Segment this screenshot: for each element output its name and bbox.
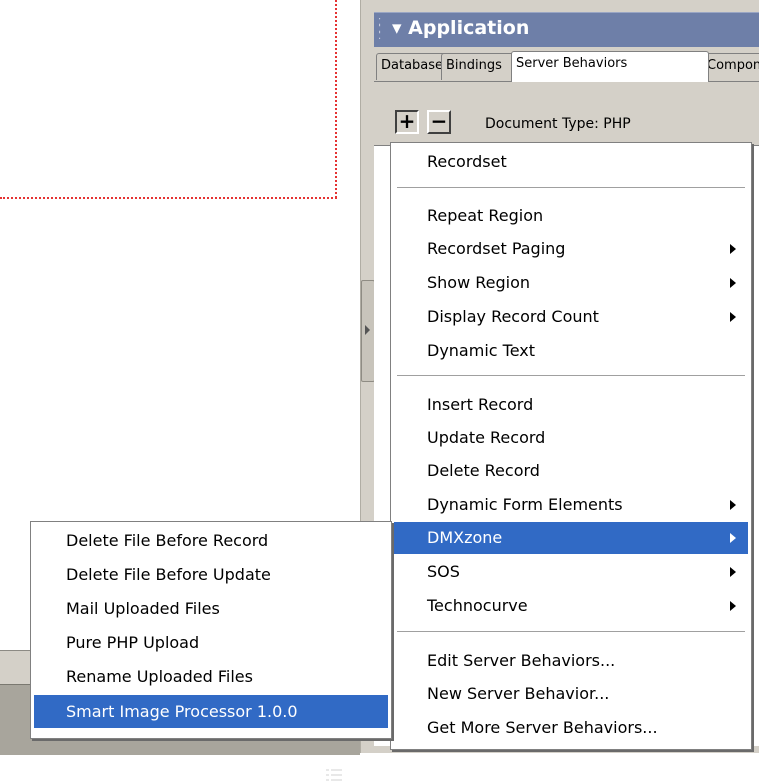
menu-item-label: DMXzone	[427, 528, 503, 547]
menu-item-label: Delete File Before Update	[66, 565, 271, 584]
menu-separator	[397, 631, 745, 633]
menu-item-technocurve[interactable]: Technocurve	[394, 590, 748, 622]
submenu-arrow-icon	[730, 278, 736, 288]
menu-item-label: Dynamic Text	[427, 341, 536, 360]
menu-item-label: Repeat Region	[427, 206, 544, 225]
menu-item-label: Edit Server Behaviors...	[427, 651, 616, 670]
menu-separator	[397, 187, 745, 189]
tab-bindings[interactable]: Bindings	[441, 53, 519, 80]
menu-item-new-server-behavior[interactable]: New Server Behavior...	[394, 678, 748, 710]
dmxzone-submenu: Delete File Before Record Delete File Be…	[30, 521, 392, 739]
add-server-behavior-menu: Recordset Repeat Region Recordset Paging…	[390, 142, 752, 750]
tab-databases[interactable]: Databases	[376, 53, 449, 80]
submenu-arrow-icon	[730, 244, 736, 254]
submenu-item-delete-file-before-update[interactable]: Delete File Before Update	[34, 558, 388, 591]
menu-item-recordset[interactable]: Recordset	[394, 146, 748, 178]
menu-item-label: Technocurve	[427, 596, 528, 615]
splitter-handle[interactable]	[361, 280, 375, 382]
menu-item-update-record[interactable]: Update Record	[394, 422, 748, 454]
document-type-label: Document Type: PHP	[485, 116, 631, 132]
panel-tabs: Databases Bindings Server Behaviors Comp…	[374, 47, 759, 82]
submenu-item-delete-file-before-record[interactable]: Delete File Before Record	[34, 524, 388, 557]
submenu-arrow-icon	[730, 312, 736, 322]
menu-item-dynamic-form-elements[interactable]: Dynamic Form Elements	[394, 489, 748, 521]
panel-title-text: Application	[408, 17, 530, 39]
add-behavior-button[interactable]: +	[395, 110, 419, 134]
layout-guide-horizontal	[0, 197, 337, 199]
menu-item-recordset-paging[interactable]: Recordset Paging	[394, 233, 748, 265]
menu-item-label: Recordset	[427, 152, 507, 171]
submenu-arrow-icon	[730, 500, 736, 510]
menu-item-label: SOS	[427, 562, 460, 581]
menu-item-get-more-server-behaviors[interactable]: Get More Server Behaviors...	[394, 712, 748, 744]
grip-icon[interactable]: ⁚ ⁚ ⁚	[378, 18, 384, 42]
layout-guide-vertical	[335, 0, 337, 198]
menu-item-edit-server-behaviors[interactable]: Edit Server Behaviors...	[394, 645, 748, 677]
menu-item-label: Show Region	[427, 273, 531, 292]
menu-item-delete-record[interactable]: Delete Record	[394, 455, 748, 487]
panel-header[interactable]: ⁚ ⁚ ⁚ ▾ Application	[374, 12, 759, 47]
submenu-arrow-icon	[730, 567, 736, 577]
tab-server-behaviors[interactable]: Server Behaviors	[511, 51, 709, 82]
menu-item-dmxzone[interactable]: DMXzone	[394, 522, 748, 554]
menu-item-label: Get More Server Behaviors...	[427, 718, 658, 737]
menu-item-label: Insert Record	[427, 395, 534, 414]
menu-item-sos[interactable]: SOS	[394, 556, 748, 588]
menu-item-insert-record[interactable]: Insert Record	[394, 389, 748, 421]
menu-item-dynamic-text[interactable]: Dynamic Text	[394, 335, 748, 367]
expand-arrow-icon	[365, 325, 370, 335]
menu-item-label: Dynamic Form Elements	[427, 495, 623, 514]
menu-item-repeat-region[interactable]: Repeat Region	[394, 200, 748, 232]
submenu-item-pure-php-upload[interactable]: Pure PHP Upload	[34, 626, 388, 659]
submenu-item-rename-uploaded-files[interactable]: Rename Uploaded Files	[34, 660, 388, 693]
submenu-item-mail-uploaded-files[interactable]: Mail Uploaded Files	[34, 592, 388, 625]
panel-title: ▾ Application	[392, 17, 530, 39]
panel-toolbar: + − Document Type: PHP	[374, 100, 759, 144]
submenu-arrow-icon	[730, 533, 736, 543]
tab-components[interactable]: Components	[702, 53, 759, 80]
menu-item-label: Pure PHP Upload	[66, 633, 200, 652]
list-options-icon[interactable]	[325, 767, 343, 783]
menu-separator	[397, 375, 745, 377]
menu-item-label: New Server Behavior...	[427, 684, 610, 703]
submenu-item-smart-image-processor[interactable]: Smart Image Processor 1.0.0	[34, 695, 388, 728]
remove-behavior-button[interactable]: −	[427, 110, 451, 134]
submenu-arrow-icon	[730, 601, 736, 611]
menu-item-label: Delete Record	[427, 461, 540, 480]
menu-item-label: Recordset Paging	[427, 239, 566, 258]
menu-item-label: Update Record	[427, 428, 546, 447]
menu-item-show-region[interactable]: Show Region	[394, 267, 748, 299]
menu-item-label: Rename Uploaded Files	[66, 667, 253, 686]
menu-item-label: Smart Image Processor 1.0.0	[66, 702, 298, 721]
menu-item-label: Delete File Before Record	[66, 531, 269, 550]
menu-item-label: Display Record Count	[427, 307, 599, 326]
menu-item-display-record-count[interactable]: Display Record Count	[394, 301, 748, 333]
menu-item-label: Mail Uploaded Files	[66, 599, 220, 618]
